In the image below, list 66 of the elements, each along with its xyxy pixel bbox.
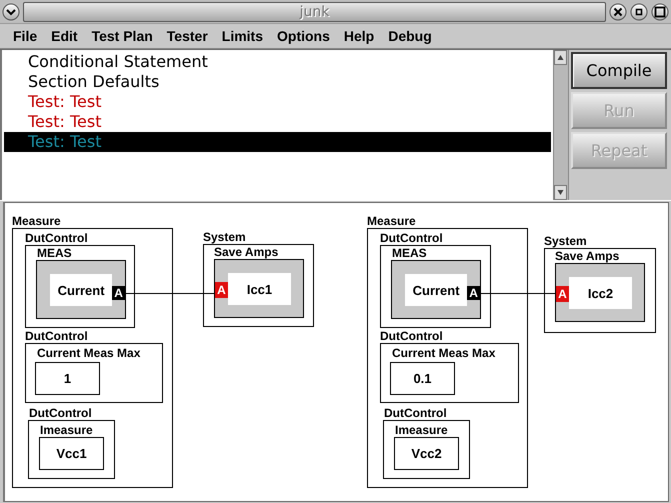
system-block[interactable]: Save Amps A Icc1 <box>203 244 314 327</box>
control-block[interactable]: Imeasure Vcc1 <box>28 420 115 479</box>
node-label: Icc1 <box>228 273 291 305</box>
node-label: Current <box>50 274 112 306</box>
menu-item[interactable]: Tester <box>160 28 215 44</box>
measure-block[interactable]: DutControl MEAS Current A DutControl Current Meas Max 0.1 DutControl Imeasure Vcc2 <box>367 228 528 488</box>
block-subtitle: Imeasure <box>40 424 94 437</box>
control-block[interactable]: MEAS Current A <box>380 245 491 328</box>
value-field[interactable]: 0.1 <box>390 362 455 395</box>
value-field[interactable]: Vcc2 <box>394 437 459 470</box>
scroll-bar[interactable] <box>553 50 569 200</box>
menu-item[interactable]: Debug <box>381 28 439 44</box>
list-item[interactable]: Conditional Statement <box>4 52 551 72</box>
control-block[interactable]: Imeasure Vcc2 <box>383 420 470 479</box>
menu-item[interactable]: Edit <box>44 28 85 44</box>
block-title: DutControl <box>25 232 89 245</box>
value-field[interactable]: Vcc1 <box>39 437 104 470</box>
block-subtitle: Save Amps <box>555 250 620 263</box>
menu-item[interactable]: Help <box>336 28 382 44</box>
block-subtitle: Imeasure <box>395 424 449 437</box>
control-block[interactable]: MEAS Current A <box>25 245 135 328</box>
block-subtitle: Current Meas Max <box>37 347 142 360</box>
port-marker[interactable]: A <box>215 282 228 298</box>
block-title: DutControl <box>380 330 444 343</box>
block-title: DutControl <box>29 407 93 420</box>
minimize-icon[interactable] <box>630 2 648 20</box>
block-subtitle: Current Meas Max <box>392 347 496 360</box>
list-item[interactable]: Test: Test <box>4 92 551 112</box>
window-menu-icon[interactable] <box>2 2 20 20</box>
block-title: Measure <box>12 215 62 228</box>
menu-item[interactable]: Limits <box>214 28 270 44</box>
control-block[interactable]: Current Meas Max 0.1 <box>380 343 519 403</box>
node-frame[interactable]: A Icc1 <box>214 259 304 318</box>
block-subtitle: MEAS <box>392 247 428 260</box>
action-button[interactable]: Compile <box>571 52 667 89</box>
scroll-down-icon[interactable] <box>554 185 567 200</box>
node-label: Icc2 <box>569 277 632 309</box>
port-marker[interactable]: A <box>112 286 125 300</box>
node-label: Current <box>405 274 468 306</box>
menu-item[interactable]: File <box>6 28 44 44</box>
block-title: DutControl <box>25 330 89 343</box>
maximize-icon[interactable] <box>651 2 669 20</box>
measure-block[interactable]: DutControl MEAS Current A DutControl Current Meas Max 1 DutControl Imeasure Vcc1 <box>12 228 173 488</box>
port-marker[interactable]: A <box>556 286 569 302</box>
control-block[interactable]: Current Meas Max 1 <box>25 343 163 403</box>
block-title: Measure <box>367 215 417 228</box>
window-title: junk <box>300 4 330 20</box>
node-frame[interactable]: Current A <box>391 260 481 319</box>
port-marker[interactable]: A <box>467 286 480 300</box>
block-subtitle: MEAS <box>37 247 73 260</box>
block-title: System <box>544 235 588 248</box>
node-frame[interactable]: A Icc2 <box>555 263 645 322</box>
block-subtitle: Save Amps <box>214 246 280 259</box>
value-field[interactable]: 1 <box>35 362 100 395</box>
block-title: DutControl <box>384 407 448 420</box>
menu-item[interactable]: Options <box>270 28 337 44</box>
list-item[interactable]: Test: Test <box>4 132 551 152</box>
block-title: DutControl <box>380 232 444 245</box>
list-item[interactable]: Test: Test <box>4 112 551 132</box>
menu-item[interactable]: Test Plan <box>84 28 160 44</box>
close-icon[interactable] <box>609 2 627 20</box>
block-title: System <box>203 231 247 244</box>
scroll-up-icon[interactable] <box>554 50 567 65</box>
system-block[interactable]: Save Amps A Icc2 <box>544 248 656 333</box>
node-frame[interactable]: Current A <box>36 260 126 319</box>
list-item[interactable]: Section Defaults <box>4 72 551 92</box>
